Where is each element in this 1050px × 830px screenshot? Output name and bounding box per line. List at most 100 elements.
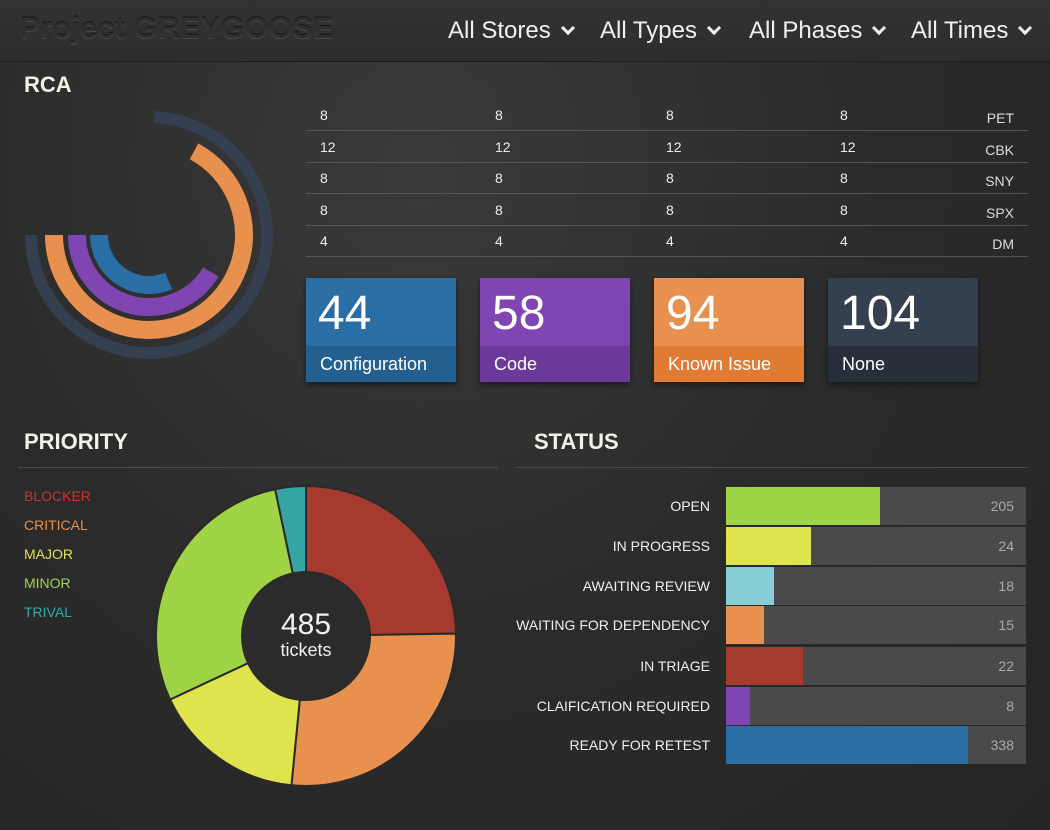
status-label: AWAITING REVIEW: [582, 578, 710, 594]
rca-tile-value: 104: [840, 287, 921, 340]
rca-tile-label: Code: [480, 346, 630, 382]
rca-cell: 8: [495, 201, 503, 218]
filter-phases-dropdown[interactable]: All Phases: [749, 16, 887, 46]
status-label: WAITING FOR DEPENDENCY: [516, 617, 710, 633]
filter-stores-dropdown[interactable]: All Stores: [448, 16, 575, 46]
rca-tile-known-issue[interactable]: 94 Known Issue: [654, 278, 804, 382]
priority-title: PRIORITY: [24, 429, 128, 454]
rca-tile-value: 58: [492, 287, 546, 340]
donut-center: 485 tickets: [256, 608, 356, 661]
filter-types-label: All Types: [600, 17, 697, 44]
priority-legend-trival[interactable]: TRIVAL: [24, 604, 72, 620]
rca-title: RCA: [24, 72, 72, 97]
priority-legend-blocker[interactable]: BLOCKER: [24, 488, 91, 504]
status-label: IN PROGRESS: [612, 538, 710, 554]
rca-cell: 8: [840, 170, 848, 186]
ticket-total-label: tickets: [280, 640, 332, 660]
top-bar: Project GREYGOOSE All Stores All Types A…: [0, 0, 1050, 62]
status-bar-fill: [726, 726, 968, 764]
rca-row-label: CBK: [985, 141, 1014, 158]
filter-times-label: All Times: [911, 17, 1009, 44]
status-label: READY FOR RETEST: [569, 737, 710, 753]
rca-cell: 4: [495, 233, 503, 249]
status-bar-value: 18: [998, 578, 1014, 594]
rca-table-row: 8 8 8 8 SPX: [306, 195, 1028, 226]
filter-times-dropdown[interactable]: All Times: [911, 16, 1033, 46]
priority-divider: [18, 467, 498, 468]
rca-cell: 8: [840, 201, 848, 218]
status-divider: [516, 467, 1028, 468]
rca-cell: 8: [666, 107, 674, 123]
status-bar-ready-for-retest[interactable]: 338: [726, 726, 1026, 764]
status-label: CLAIFICATION REQUIRED: [536, 698, 710, 714]
status-bar-in-progress[interactable]: 24: [726, 527, 1026, 565]
rca-table-row: 4 4 4 4 DM: [306, 226, 1028, 257]
rca-cell: 8: [320, 107, 328, 123]
rca-tile-configuration[interactable]: 44 Configuration: [306, 278, 456, 382]
rca-cell: 4: [666, 233, 674, 249]
status-bar-open[interactable]: 205: [726, 487, 1026, 525]
status-bar-waiting-for-dependency[interactable]: 15: [726, 606, 1026, 644]
status-bar-fill: [726, 687, 750, 725]
rca-cell: 8: [666, 201, 674, 218]
priority-legend-minor[interactable]: MINOR: [24, 575, 71, 591]
rca-tile-value: 44: [318, 287, 372, 340]
rca-cell: 4: [320, 233, 328, 249]
filter-types-dropdown[interactable]: All Types: [600, 16, 722, 46]
rca-row-label: SNY: [985, 173, 1014, 189]
filter-phases-label: All Phases: [749, 17, 863, 44]
status-bar-in-triage[interactable]: 22: [726, 647, 1026, 685]
rca-table-row: 8 8 8 8 SNY: [306, 163, 1028, 194]
status-bar-fill: [726, 647, 803, 685]
status-bar-fill: [726, 567, 774, 605]
chevron-down-icon: [706, 20, 722, 36]
rca-row-label: SPX: [985, 204, 1014, 221]
status-bar-fill: [726, 487, 880, 525]
chevron-down-icon: [1018, 20, 1033, 36]
chevron-down-icon: [560, 20, 575, 36]
rca-cell: 12: [320, 138, 336, 155]
status-bar-fill: [726, 527, 811, 565]
rca-cell: 8: [666, 170, 674, 186]
priority-legend-critical[interactable]: CRITICAL: [24, 517, 88, 533]
rca-tile-code[interactable]: 58 Code: [480, 278, 630, 382]
rca-row-label: DM: [992, 236, 1014, 252]
rca-cell: 12: [840, 138, 856, 155]
rca-cell: 8: [320, 201, 328, 218]
rca-cell: 8: [320, 170, 328, 186]
rca-cell: 12: [495, 138, 511, 155]
rca-cell: 4: [840, 233, 848, 249]
rca-radial-chart: [25, 111, 273, 359]
rca-cell: 12: [666, 138, 682, 155]
status-bar-value: 24: [998, 538, 1014, 554]
status-bar-value: 338: [990, 737, 1014, 753]
status-bar-value: 15: [998, 617, 1014, 633]
rca-ring-configuration[interactable]: [90, 234, 173, 294]
chevron-down-icon: [872, 20, 887, 36]
status-bar-value: 8: [1006, 698, 1014, 714]
rca-tile-label: Configuration: [306, 346, 456, 382]
status-bar-awaiting-review[interactable]: 18: [726, 567, 1026, 605]
rca-cell: 8: [495, 107, 503, 123]
status-bar-value: 205: [990, 498, 1014, 514]
rca-tile-label: None: [828, 346, 978, 382]
status-bar-value: 22: [998, 658, 1014, 674]
rca-ring-none[interactable]: [25, 111, 273, 359]
status-title: STATUS: [534, 429, 619, 454]
status-label: IN TRIAGE: [640, 658, 710, 674]
priority-legend-major[interactable]: MAJOR: [24, 546, 73, 562]
app-title: Project GREYGOOSE: [20, 12, 334, 45]
rca-cell: 8: [840, 107, 848, 123]
rca-table-row: 8 8 8 8 PET: [306, 100, 1028, 131]
filter-stores-label: All Stores: [448, 17, 551, 44]
rca-row-label: PET: [986, 110, 1014, 126]
rca-tile-value: 94: [666, 287, 720, 340]
rca-cell: 8: [495, 170, 503, 186]
rca-tile-label: Known Issue: [654, 346, 804, 382]
rca-tile-none[interactable]: 104 None: [828, 278, 978, 382]
status-bar-fill: [726, 606, 764, 644]
ticket-total: 485: [280, 608, 332, 641]
rca-table-row: 12 12 12 12 CBK: [306, 132, 1028, 163]
status-label: OPEN: [670, 498, 710, 514]
status-bar-claification-required[interactable]: 8: [726, 687, 1026, 725]
